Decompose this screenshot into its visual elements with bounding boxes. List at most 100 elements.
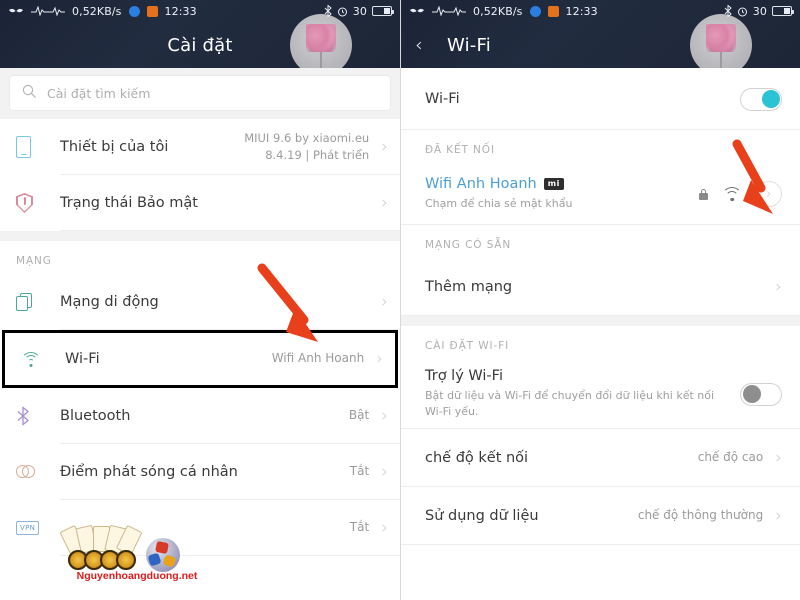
connection-mode-label: chế độ kết nối	[425, 450, 529, 466]
clock-time: 12:33	[565, 4, 598, 18]
settings-header: 0,52KB/s 12:33 30 Cài đặt	[0, 0, 400, 68]
chevron-right-icon: ›	[381, 192, 388, 213]
list-item-security-status[interactable]: Trạng thái Bảo mật ›	[0, 175, 400, 231]
pulse-icon	[432, 6, 466, 16]
chevron-right-icon: ›	[381, 461, 388, 482]
wings-icon	[409, 6, 425, 16]
list-item-value: Tắt	[349, 464, 370, 479]
list-item-label: Trạng thái Bảo mật	[60, 195, 198, 211]
messenger-icon	[128, 5, 140, 17]
connected-network-row[interactable]: Wifi Anh Hoanh mi Chạm để chia sẻ mật kh…	[401, 163, 800, 225]
chevron-right-icon: ›	[381, 405, 388, 426]
wifi-toggle-row[interactable]: Wi-Fi	[401, 68, 800, 130]
add-network-row[interactable]: Thêm mạng ›	[401, 258, 800, 316]
pulse-icon	[31, 6, 65, 16]
lock-icon	[699, 188, 708, 200]
connected-network-subtitle: Chạm để chia sẻ mật khẩu	[425, 197, 573, 211]
data-usage-row[interactable]: Sử dụng dữ liệu chế độ thông thường ›	[401, 487, 800, 545]
app-icon	[547, 5, 559, 17]
page-title: Wi-Fi	[447, 34, 491, 56]
data-usage-value: chế độ thông thường	[637, 508, 764, 523]
list-item-mobile-network[interactable]: Mạng di động ›	[0, 274, 400, 330]
chevron-right-icon: ›	[775, 447, 782, 468]
settings-screen: 0,52KB/s 12:33 30 Cài đặt Cài đặt tìm ki…	[0, 0, 400, 600]
list-item-value: MIUI 9.6 by xiaomi.eu 8.4.19 | Phát triể…	[244, 131, 370, 162]
wifi-titlebar: ‹ Wi-Fi	[401, 22, 800, 68]
list-item-value: Wifi Anh Hoanh	[271, 351, 365, 366]
search-input[interactable]: Cài đặt tìm kiếm	[10, 76, 390, 110]
vpn-icon: VPN	[16, 521, 60, 535]
wifi-screen: 0,52KB/s 12:33 30 ‹ Wi-Fi Wi-Fi ĐÃ KẾT N…	[400, 0, 800, 600]
search-icon	[22, 84, 37, 103]
status-bar-left: 0,52KB/s 12:33	[8, 5, 318, 18]
bluetooth-icon	[16, 406, 60, 426]
connection-mode-value: chế độ cao	[697, 450, 764, 465]
sim-icon	[16, 293, 60, 311]
add-network-label: Thêm mạng	[425, 279, 513, 295]
search-area: Cài đặt tìm kiếm	[0, 68, 400, 119]
battery-percent: 30	[752, 4, 767, 18]
search-placeholder: Cài đặt tìm kiếm	[47, 85, 151, 101]
wings-icon	[8, 6, 24, 16]
status-bar-right: 30	[724, 4, 794, 18]
connected-network-icons: ›	[699, 181, 782, 207]
wifi-assistant-label: Trợ lý Wi-Fi	[425, 368, 503, 385]
wifi-toggle[interactable]	[740, 87, 782, 111]
connected-network-info: Wifi Anh Hoanh mi Chạm để chia sẻ mật kh…	[425, 176, 699, 212]
mi-badge: mi	[543, 178, 564, 191]
watermark-logo: Nguyenhoangduong.net	[59, 524, 212, 586]
page-title: Cài đặt	[167, 34, 233, 56]
bluetooth-icon	[324, 5, 332, 17]
list-item-bluetooth[interactable]: Bluetooth Bật ›	[0, 388, 400, 444]
bluetooth-icon	[724, 5, 732, 17]
battery-icon	[772, 6, 794, 16]
chevron-right-icon: ›	[376, 348, 383, 369]
list-item-wifi[interactable]: Wi-Fi Wifi Anh Hoanh ›	[5, 333, 395, 385]
chevron-right-icon: ›	[381, 136, 388, 157]
phone-icon	[16, 136, 60, 158]
network-speed: 0,52KB/s	[473, 4, 523, 18]
wifi-assistant-info: Trợ lý Wi-Fi Bật dữ liệu và Wi-Fi để chu…	[425, 368, 740, 420]
network-speed: 0,52KB/s	[72, 4, 122, 18]
section-divider	[401, 316, 800, 326]
group-header-connected: ĐÃ KẾT NỐI	[401, 130, 800, 163]
group-header-available: MẠNG CÓ SẴN	[401, 225, 800, 258]
chevron-right-icon: ›	[775, 276, 782, 297]
list-item-my-device[interactable]: Thiết bị của tôi MIUI 9.6 by xiaomi.eu 8…	[0, 119, 400, 175]
connection-mode-row[interactable]: chế độ kết nối chế độ cao ›	[401, 429, 800, 487]
circle-chevron-icon[interactable]: ›	[756, 181, 782, 207]
screenshot-root: 0,52KB/s 12:33 30 Cài đặt Cài đặt tìm ki…	[0, 0, 800, 600]
shield-icon	[16, 193, 60, 213]
group-header-wifi-settings: CÀI ĐẶT WI-FI	[401, 326, 800, 359]
wifi-header: 0,52KB/s 12:33 30 ‹ Wi-Fi	[401, 0, 800, 68]
connected-network-name: Wifi Anh Hoanh	[425, 176, 537, 193]
alarm-icon	[737, 6, 748, 17]
back-chevron-icon[interactable]: ‹	[415, 35, 435, 55]
list-item-label: Bluetooth	[60, 408, 131, 424]
wifi-assistant-toggle[interactable]	[740, 382, 782, 406]
status-bar: 0,52KB/s 12:33 30	[0, 0, 400, 22]
alarm-icon	[337, 6, 348, 17]
data-usage-label: Sử dụng dữ liệu	[425, 508, 539, 524]
clock-time: 12:33	[164, 4, 197, 18]
chevron-right-icon: ›	[775, 505, 782, 526]
list-item-value: Bật	[348, 408, 370, 423]
battery-percent: 30	[352, 4, 367, 18]
list-item-label: Điểm phát sóng cá nhân	[60, 464, 238, 480]
group-header-network: MẠNG	[0, 241, 400, 274]
list-item-personal-hotspot[interactable]: Điểm phát sóng cá nhân Tắt ›	[0, 444, 400, 500]
list-item-value: Tắt	[349, 520, 370, 535]
wifi-assistant-row[interactable]: Trợ lý Wi-Fi Bật dữ liệu và Wi-Fi để chu…	[401, 359, 800, 429]
status-bar: 0,52KB/s 12:33 30	[401, 0, 800, 22]
connected-network-name-wrap: Wifi Anh Hoanh mi	[425, 176, 699, 192]
highlight-box-wifi: Wi-Fi Wifi Anh Hoanh ›	[2, 330, 398, 388]
settings-titlebar: Cài đặt	[0, 22, 400, 68]
casino-chips-icon	[68, 550, 140, 570]
hotspot-rings-icon	[16, 465, 60, 479]
watermark-text: Nguyenhoangduong.net	[76, 570, 198, 582]
chevron-right-icon: ›	[381, 517, 388, 538]
wifi-icon	[21, 351, 65, 367]
list-item-label: Thiết bị của tôi	[60, 139, 169, 155]
wifi-signal-icon	[722, 187, 742, 201]
messenger-icon	[529, 5, 541, 17]
